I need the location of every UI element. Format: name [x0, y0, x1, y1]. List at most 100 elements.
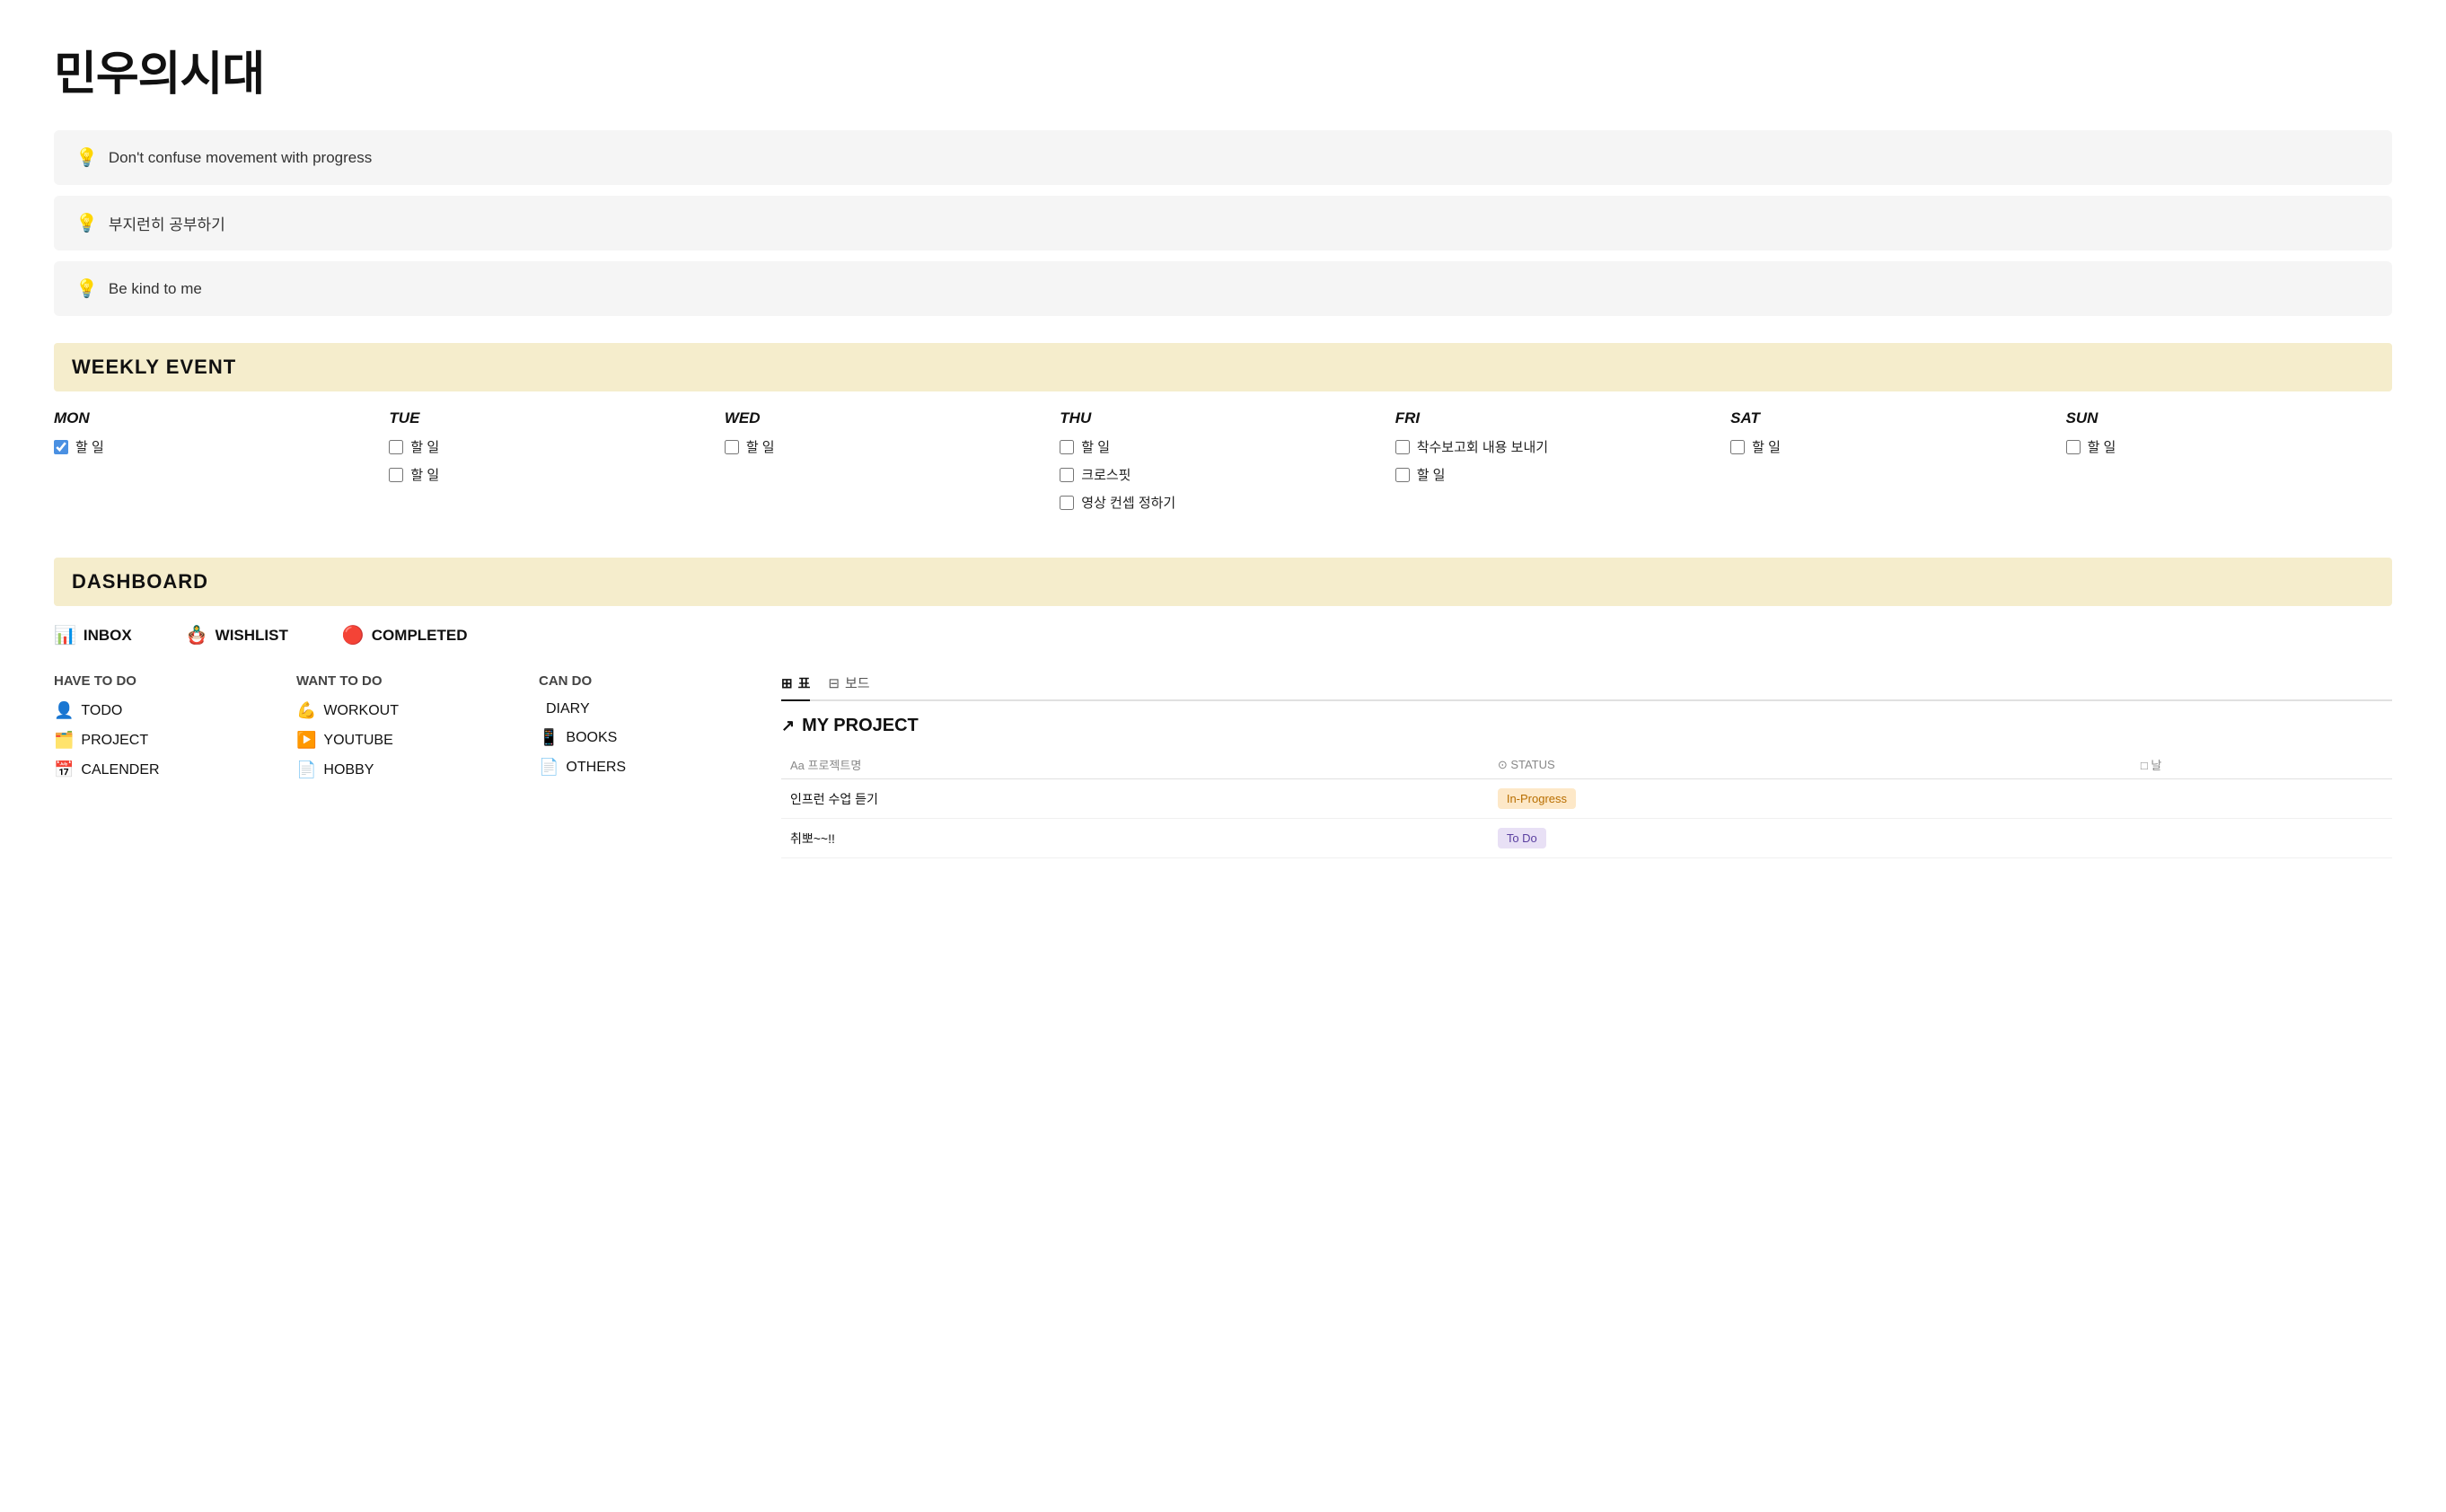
dashboard-link-inbox[interactable]: 📊 INBOX	[54, 624, 132, 646]
task-text: 착수보고회 내용 보내기	[1417, 438, 1548, 457]
task-text: 할 일	[1081, 438, 1110, 457]
nav-label: DIARY	[546, 701, 590, 717]
day-label-wed: WED	[725, 409, 1051, 427]
task-item: 할 일	[725, 438, 1051, 457]
quote-block-0: 💡 Don't confuse movement with progress	[54, 130, 2392, 185]
dashboard-col-title-1: WANT TO DO	[296, 673, 512, 689]
dashboard-bottom: HAVE TO DO 👤 TODO 🗂️ PROJECT 📅 CALENDER …	[54, 673, 2392, 858]
quote-block-1: 💡 부지런히 공부하기	[54, 196, 2392, 251]
nav-label: HOBBY	[323, 762, 374, 778]
table-row: 인프런 수업 듣기 In-Progress	[781, 779, 2392, 819]
day-label-sat: SAT	[1730, 409, 2056, 427]
task-item: 영상 컨셉 정하기	[1060, 494, 1386, 513]
task-item: 할 일	[54, 438, 380, 457]
day-col-sun: SUN할 일	[2066, 409, 2392, 522]
nav-item-project[interactable]: 🗂️ PROJECT	[54, 731, 269, 750]
day-label-thu: THU	[1060, 409, 1386, 427]
dash-link-icon: 🪆	[186, 624, 208, 646]
project-table: Aa 프로젝트명⊙ STATUS□ 날인프런 수업 듣기In-Progress취…	[781, 751, 2392, 858]
task-item: 할 일	[1060, 438, 1386, 457]
day-label-mon: MON	[54, 409, 380, 427]
dashboard-col-title-2: CAN DO	[539, 673, 754, 689]
nav-label: OTHERS	[566, 760, 626, 776]
task-checkbox[interactable]	[725, 440, 739, 454]
project-tabs: ⊞ 표 ⊟ 보드	[781, 673, 2392, 701]
dashboard-col-2: CAN DO DIARY 📱 BOOKS 📄 OTHERS	[539, 673, 754, 858]
nav-item-others[interactable]: 📄 OTHERS	[539, 758, 754, 777]
quote-block-2: 💡 Be kind to me	[54, 261, 2392, 316]
project-date-cell	[2132, 819, 2392, 858]
project-status-cell: In-Progress	[1489, 779, 2132, 819]
tab-label: 보드	[845, 673, 870, 692]
project-col-header-1: ⊙ STATUS	[1489, 751, 2132, 779]
task-item: 할 일	[1730, 438, 2056, 457]
day-col-fri: FRI 착수보고회 내용 보내기할 일	[1395, 409, 1721, 522]
project-name-cell: 인프런 수업 듣기	[781, 779, 1489, 819]
project-panel: ⊞ 표 ⊟ 보드 ↗ MY PROJECT Aa 프로젝트명⊙ STATUS□ …	[781, 673, 2392, 858]
nav-item-workout[interactable]: 💪 WORKOUT	[296, 701, 512, 720]
project-tab-보드[interactable]: ⊟ 보드	[828, 673, 869, 699]
day-label-tue: TUE	[389, 409, 715, 427]
nav-icon: 📅	[54, 760, 74, 779]
task-text: 할 일	[1752, 438, 1781, 457]
project-tab-표[interactable]: ⊞ 표	[781, 673, 810, 701]
quote-icon-0: 💡	[75, 146, 98, 169]
nav-item-calender[interactable]: 📅 CALENDER	[54, 760, 269, 779]
status-badge: In-Progress	[1498, 788, 1576, 809]
nav-item-books[interactable]: 📱 BOOKS	[539, 728, 754, 747]
task-checkbox[interactable]	[1060, 440, 1074, 454]
quote-text-2: Be kind to me	[109, 280, 202, 298]
quote-icon-2: 💡	[75, 277, 98, 300]
task-checkbox[interactable]	[1395, 440, 1410, 454]
day-col-thu: THU 할 일크로스핏영상 컨셉 정하기	[1060, 409, 1386, 522]
task-checkbox[interactable]	[389, 468, 403, 482]
day-label-sun: SUN	[2066, 409, 2392, 427]
nav-label: CALENDER	[81, 762, 159, 778]
tab-icon: ⊟	[828, 675, 840, 691]
quote-icon-1: 💡	[75, 212, 98, 234]
nav-label: YOUTUBE	[323, 733, 392, 749]
task-item: 할 일	[1395, 466, 1721, 485]
task-checkbox[interactable]	[1060, 496, 1074, 510]
nav-icon: 💪	[296, 701, 316, 720]
task-item: 할 일	[389, 466, 715, 485]
task-text: 영상 컨셉 정하기	[1081, 494, 1175, 513]
nav-item-todo[interactable]: 👤 TODO	[54, 701, 269, 720]
task-checkbox[interactable]	[1395, 468, 1410, 482]
table-row: 취뽀~~!!To Do	[781, 819, 2392, 858]
dashboard-col-title-0: HAVE TO DO	[54, 673, 269, 689]
weekly-grid: MON할 일TUE할 일할 일WED할 일THU할 일크로스핏영상 컨셉 정하기…	[54, 409, 2392, 522]
task-checkbox[interactable]	[54, 440, 68, 454]
dash-link-label: WISHLIST	[216, 627, 288, 645]
nav-item-diary[interactable]: DIARY	[539, 701, 754, 717]
nav-icon: 📄	[539, 758, 559, 777]
dashboard-link-wishlist[interactable]: 🪆 WISHLIST	[186, 624, 288, 646]
task-checkbox[interactable]	[1060, 468, 1074, 482]
task-checkbox[interactable]	[2066, 440, 2081, 454]
task-checkbox[interactable]	[389, 440, 403, 454]
nav-item-hobby[interactable]: 📄 HOBBY	[296, 760, 512, 779]
task-item: 착수보고회 내용 보내기	[1395, 438, 1721, 457]
nav-icon: 📱	[539, 728, 559, 747]
task-text: 할 일	[1417, 466, 1446, 485]
task-item: 크로스핏	[1060, 466, 1386, 485]
task-item: 할 일	[389, 438, 715, 457]
nav-icon: 📄	[296, 760, 316, 779]
nav-icon: ▶️	[296, 731, 316, 750]
nav-label: WORKOUT	[323, 703, 399, 719]
task-text: 할 일	[75, 438, 104, 457]
tab-icon: ⊞	[781, 675, 793, 691]
dashboard-link-completed[interactable]: 🔴 COMPLETED	[342, 624, 468, 646]
project-col-header-0: Aa 프로젝트명	[781, 751, 1489, 779]
day-col-tue: TUE할 일할 일	[389, 409, 715, 522]
dash-link-icon: 🔴	[342, 624, 365, 646]
nav-label: TODO	[81, 703, 122, 719]
day-label-fri: FRI	[1395, 409, 1721, 427]
dashboard-top-links: 📊 INBOX 🪆 WISHLIST 🔴 COMPLETED	[54, 624, 2392, 646]
quote-text-0: Don't confuse movement with progress	[109, 149, 372, 167]
task-checkbox[interactable]	[1730, 440, 1745, 454]
day-col-sat: SAT 할 일	[1730, 409, 2056, 522]
page-title: 민우의시대	[54, 36, 2392, 103]
nav-item-youtube[interactable]: ▶️ YOUTUBE	[296, 731, 512, 750]
weekly-event-header: WEEKLY EVENT	[54, 343, 2392, 391]
